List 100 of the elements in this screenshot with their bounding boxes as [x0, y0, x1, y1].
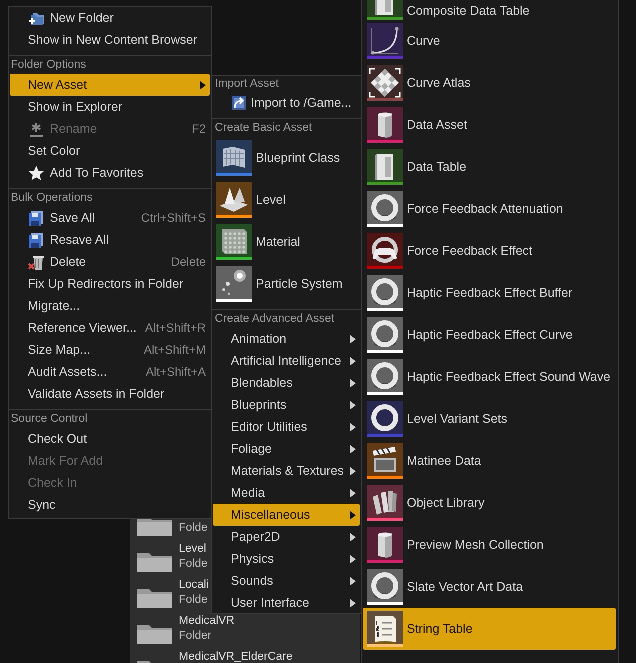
menu-item[interactable]: Material [212, 221, 361, 263]
section-header: Source Control [10, 412, 89, 427]
menu-item[interactable]: Paper2D [213, 526, 360, 548]
menu-item[interactable]: Blueprint Class [212, 137, 361, 179]
menu-item[interactable]: Artificial Intelligence [213, 350, 360, 372]
menu-item[interactable]: Editor Utilities [213, 416, 360, 438]
submenu-arrow-icon [200, 80, 206, 90]
submenu-arrow-icon [350, 554, 356, 564]
menu-item[interactable]: Haptic Feedback Effect Sound Wave [363, 356, 616, 398]
menu-item[interactable]: Force Feedback Effect [363, 230, 616, 272]
menu-item[interactable]: Fix Up Redirectors in Folder [10, 273, 210, 295]
submenu-arrow-icon [350, 444, 356, 454]
menu-item[interactable]: New Asset [10, 74, 210, 96]
folder-name[interactable]: MedicalVR [179, 614, 235, 628]
menu-item[interactable]: Particle System [212, 263, 361, 305]
menu-item[interactable]: Matinee Data [363, 440, 616, 482]
section-header: Create Advanced Asset [214, 312, 336, 327]
menu-item[interactable]: Animation [213, 328, 360, 350]
submenu-arrow-icon [350, 598, 356, 608]
submenu-arrow-icon [350, 400, 356, 410]
menu-item[interactable]: Sounds [213, 570, 360, 592]
folder-icon [137, 622, 172, 644]
submenu-arrow-icon [350, 532, 356, 542]
menu-item[interactable]: New Folder [10, 7, 210, 29]
cylinder-icon [367, 107, 403, 140]
checkered-square-icon [367, 65, 403, 98]
submenu-arrow-icon [350, 510, 356, 520]
sparkle-icon [216, 266, 252, 299]
menu-item[interactable]: Curve Atlas [363, 62, 616, 104]
submenu-arrow-icon [350, 378, 356, 388]
menu-item[interactable]: Level Variant Sets [363, 398, 616, 440]
menu-item[interactable]: User Interface [213, 592, 360, 613]
menu-item[interactable]: Reference Viewer... Alt+Shift+R [10, 317, 210, 339]
trash-can-icon [28, 254, 45, 270]
clapperboard-icon [367, 443, 403, 476]
numbered-list-icon [367, 611, 403, 644]
submenu-arrow-icon [350, 356, 356, 366]
ring-icon [367, 401, 403, 434]
menu-item[interactable]: Size Map... Alt+Shift+M [10, 339, 210, 361]
menu-item[interactable]: Materials & Textures [213, 460, 360, 482]
books-icon [367, 485, 403, 518]
ring-icon [367, 569, 403, 602]
menu-item[interactable]: Resave All [10, 229, 210, 251]
folder-name[interactable]: Locali [179, 578, 210, 592]
menu-item[interactable]: Composite Data Table [363, 0, 616, 20]
shortcut-label: Delete [171, 255, 206, 269]
submenu-arrow-icon [350, 576, 356, 586]
menu-item[interactable]: Data Asset [363, 104, 616, 146]
menu-item[interactable]: Media [213, 482, 360, 504]
menu-item[interactable]: Foliage [213, 438, 360, 460]
data-sheet-icon [367, 149, 403, 182]
shortcut-label: Alt+Shift+A [146, 365, 206, 379]
folder-name[interactable]: Level [179, 542, 206, 556]
menu-item[interactable]: Preview Mesh Collection [363, 524, 616, 566]
ring-icon [367, 275, 403, 308]
menu-item[interactable]: Check Out [10, 428, 210, 450]
section-header: Import Asset [214, 77, 280, 92]
section-header: Create Basic Asset [214, 121, 314, 136]
menu-item[interactable]: Object Library [363, 482, 616, 524]
menu-item[interactable]: Audit Assets... Alt+Shift+A [10, 361, 210, 383]
submenu-arrow-icon [350, 488, 356, 498]
menu-item[interactable]: Blendables [213, 372, 360, 394]
menu-item[interactable]: Physics [213, 548, 360, 570]
ring-icon [367, 359, 403, 392]
menu-item[interactable]: Haptic Feedback Effect Buffer [363, 272, 616, 314]
folder-type-label: Folde [179, 557, 208, 571]
menu-item[interactable]: Show in Explorer [10, 96, 210, 118]
shortcut-label: Alt+Shift+M [144, 343, 206, 357]
menu-item[interactable]: Data Table [363, 146, 616, 188]
grid-tile-icon [216, 224, 252, 257]
submenu-arrow-icon [350, 466, 356, 476]
folder-type-label: Folder [179, 629, 212, 643]
folder-name[interactable]: MedicalVR_ElderCare [179, 650, 293, 663]
menu-item[interactable]: Save All Ctrl+Shift+S [10, 207, 210, 229]
menu-item[interactable]: Curve [363, 20, 616, 62]
shortcut-label: Alt+Shift+R [145, 321, 206, 335]
menu-item[interactable]: Slate Vector Art Data [363, 566, 616, 608]
menu-item[interactable]: Add To Favorites [10, 162, 210, 184]
shortcut-label: Ctrl+Shift+S [141, 211, 206, 225]
data-sheet-icon [367, 0, 403, 17]
menu-item[interactable]: Miscellaneous [213, 504, 360, 526]
menu-item[interactable]: String Table [363, 608, 616, 650]
menu-item[interactable]: Migrate... [10, 295, 210, 317]
menu-item[interactable]: Import to /Game... [213, 92, 360, 114]
menu-item[interactable]: Haptic Feedback Effect Curve [363, 314, 616, 356]
menu-item[interactable]: Sync [10, 494, 210, 516]
import-icon [231, 95, 247, 111]
menu-item[interactable]: Delete Delete [10, 251, 210, 273]
section-header: Bulk Operations [10, 191, 94, 206]
menu-item[interactable]: Show in New Content Browser [10, 29, 210, 51]
menu-item[interactable]: Set Color [10, 140, 210, 162]
menu-item[interactable]: Level [212, 179, 361, 221]
menu-item[interactable]: Blueprints [213, 394, 360, 416]
pyramids-icon [216, 182, 252, 215]
menu-item[interactable]: Validate Assets in Folder [10, 383, 210, 405]
star-icon [28, 164, 45, 182]
section-header: Folder Options [10, 58, 88, 73]
submenu-arrow-icon [350, 422, 356, 432]
gamepad-icon [367, 233, 403, 266]
menu-item[interactable]: Force Feedback Attenuation [363, 188, 616, 230]
